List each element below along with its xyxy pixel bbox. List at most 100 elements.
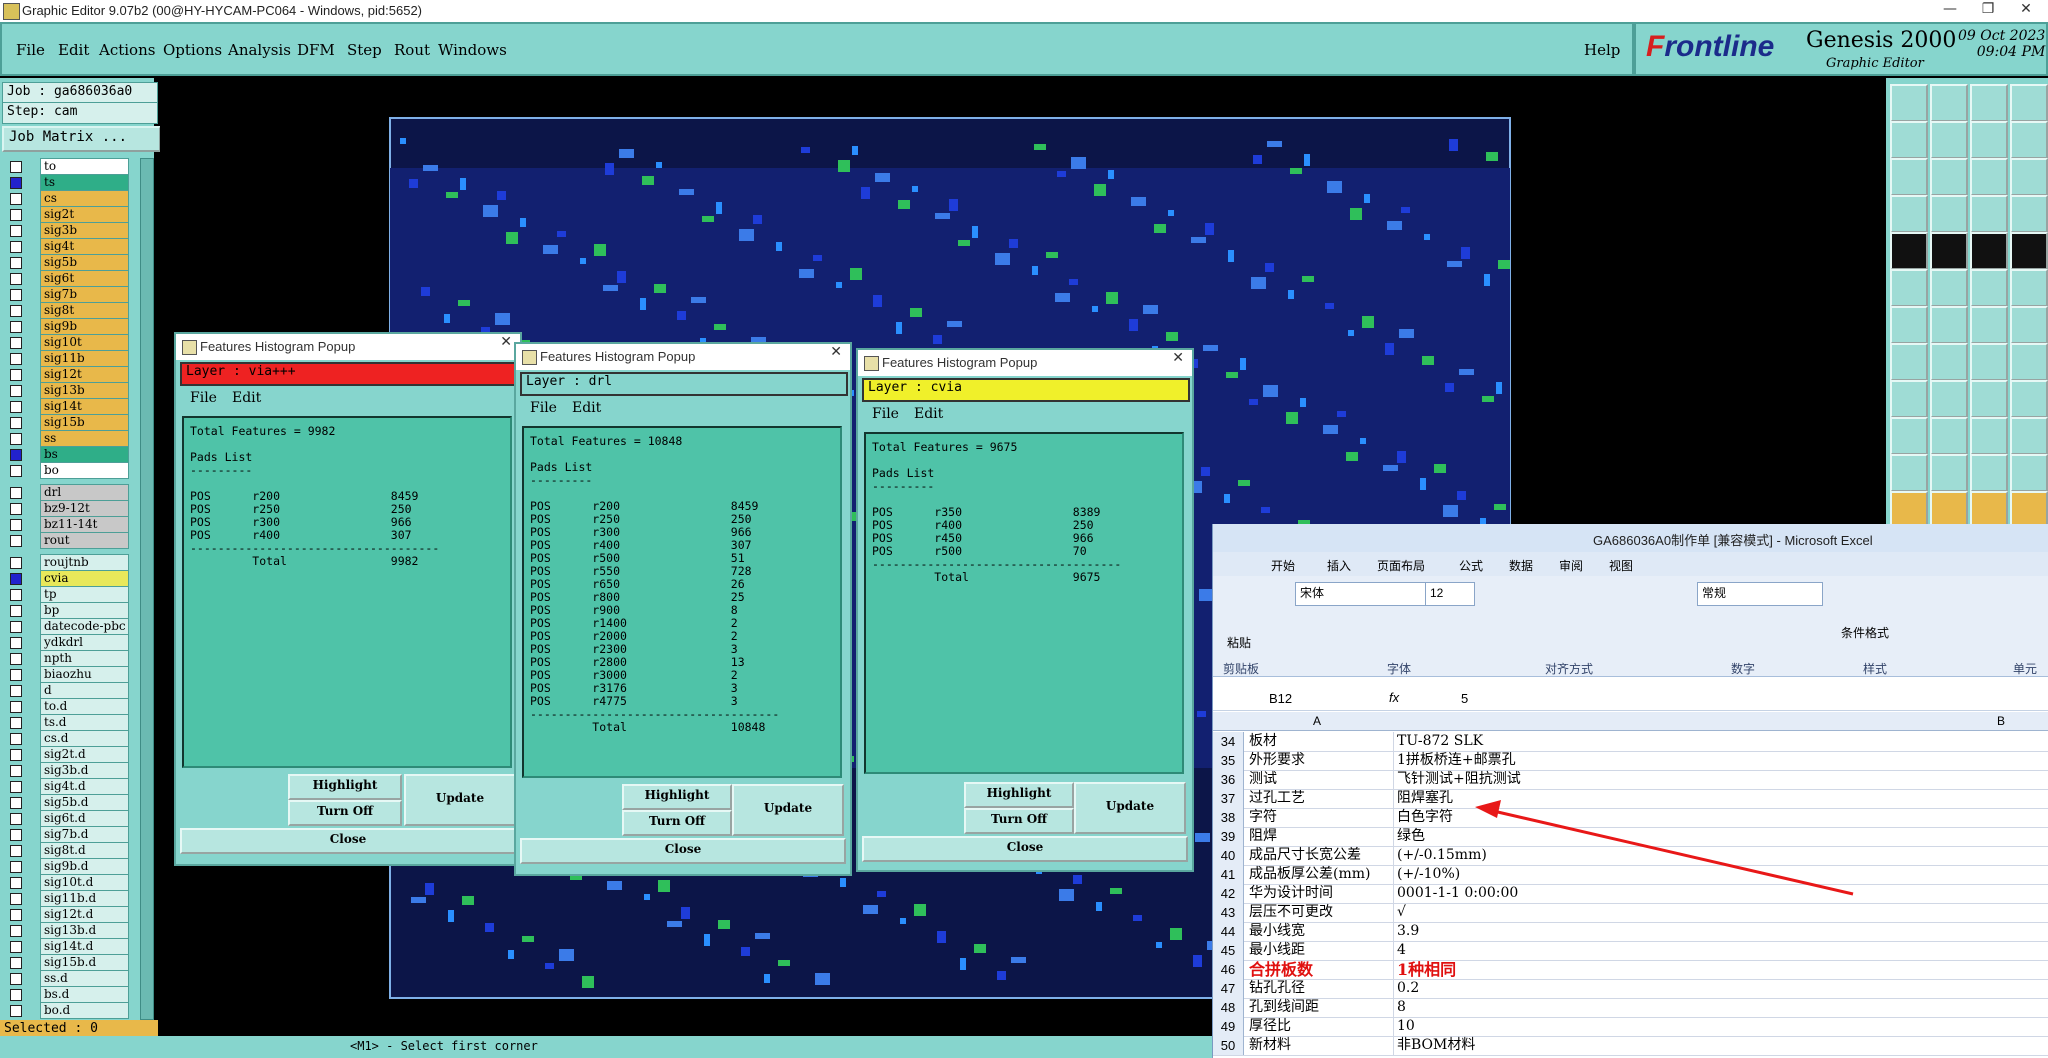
popup-close-icon[interactable]: ✕ <box>830 344 842 360</box>
layer-name[interactable]: biaozhu <box>40 666 129 683</box>
layer-name[interactable]: drl <box>40 484 129 501</box>
layer-name[interactable]: tp <box>40 586 129 603</box>
layer-row[interactable]: sig13b <box>2 382 140 399</box>
menu-help[interactable]: Help <box>1584 41 1620 59</box>
layer-checkbox[interactable] <box>10 589 22 601</box>
tool-button[interactable] <box>2010 195 2048 233</box>
tool-button[interactable] <box>1890 232 1928 270</box>
layer-row[interactable]: npth <box>2 650 140 667</box>
layer-name[interactable]: to <box>40 158 129 175</box>
tool-button[interactable] <box>1970 380 2008 418</box>
popup-menu-edit[interactable]: Edit <box>232 386 261 410</box>
job-matrix-button[interactable]: Job Matrix ... <box>2 126 161 152</box>
layer-row[interactable]: sig7b.d <box>2 826 140 843</box>
layer-checkbox[interactable] <box>10 957 22 969</box>
layer-row[interactable]: sig13b.d <box>2 922 140 939</box>
layer-row[interactable]: drl <box>2 484 140 501</box>
layer-row[interactable]: sig8t.d <box>2 842 140 859</box>
layer-name[interactable]: sig11b <box>40 350 129 367</box>
tool-button[interactable] <box>1930 232 1968 270</box>
layer-checkbox[interactable] <box>10 637 22 649</box>
layer-row[interactable]: sig3b <box>2 222 140 239</box>
layer-checkbox[interactable] <box>10 257 22 269</box>
layer-checkbox[interactable] <box>10 177 22 189</box>
layer-row[interactable]: sig12t <box>2 366 140 383</box>
layer-checkbox[interactable] <box>10 465 22 477</box>
layer-name[interactable]: sig4t <box>40 238 129 255</box>
tool-button[interactable] <box>1970 306 2008 344</box>
layer-checkbox[interactable] <box>10 845 22 857</box>
tool-button[interactable] <box>1930 269 1968 307</box>
layer-row[interactable]: sig4t.d <box>2 778 140 795</box>
tool-button[interactable] <box>1970 195 2008 233</box>
layer-row[interactable]: ts <box>2 174 140 191</box>
turn-off-button[interactable]: Turn Off <box>288 800 402 826</box>
layer-name[interactable]: sig10t.d <box>40 874 129 891</box>
layer-row[interactable]: sig11b.d <box>2 890 140 907</box>
layer-name[interactable]: d <box>40 682 129 699</box>
tool-button[interactable] <box>2010 269 2048 307</box>
layer-row[interactable]: sig5b.d <box>2 794 140 811</box>
layer-row[interactable]: bs <box>2 446 140 463</box>
restore-button[interactable]: ❐ <box>1968 1 2008 21</box>
menu-actions[interactable]: Actions <box>99 41 155 59</box>
menu-file[interactable]: File <box>16 41 45 59</box>
tool-button[interactable] <box>2010 232 2048 270</box>
layer-checkbox[interactable] <box>10 337 22 349</box>
layer-checkbox[interactable] <box>10 321 22 333</box>
layer-name[interactable]: sig8t.d <box>40 842 129 859</box>
update-button[interactable]: Update <box>404 774 516 826</box>
layer-checkbox[interactable] <box>10 305 22 317</box>
layer-checkbox[interactable] <box>10 353 22 365</box>
popup-menu-edit[interactable]: Edit <box>572 396 601 420</box>
layer-name[interactable]: npth <box>40 650 129 667</box>
layer-name[interactable]: sig9b.d <box>40 858 129 875</box>
tool-button[interactable] <box>1970 232 2008 270</box>
layer-name[interactable]: to.d <box>40 698 129 715</box>
popup-close-icon[interactable]: ✕ <box>1172 350 1184 366</box>
popup-close-icon[interactable]: ✕ <box>500 334 512 350</box>
layer-name[interactable]: sig2t <box>40 206 129 223</box>
layer-row[interactable]: sig6t <box>2 270 140 287</box>
layer-name[interactable]: sig6t.d <box>40 810 129 827</box>
turn-off-button[interactable]: Turn Off <box>622 810 732 836</box>
layer-row[interactable]: ss.d <box>2 970 140 987</box>
tool-button[interactable] <box>1970 454 2008 492</box>
layer-row[interactable]: bz11-14t <box>2 516 140 533</box>
tool-button[interactable] <box>2010 121 2048 159</box>
tool-button[interactable] <box>1970 121 2008 159</box>
layer-row[interactable]: ts.d <box>2 714 140 731</box>
tool-button[interactable] <box>1930 454 1968 492</box>
layer-row[interactable]: to.d <box>2 698 140 715</box>
menu-step[interactable]: Step <box>347 41 382 59</box>
minimize-button[interactable]: — <box>1930 1 1970 21</box>
layer-name[interactable]: sig12t.d <box>40 906 129 923</box>
layer-name[interactable]: cs.d <box>40 730 129 747</box>
layer-checkbox[interactable] <box>10 605 22 617</box>
layer-checkbox[interactable] <box>10 717 22 729</box>
layer-checkbox[interactable] <box>10 193 22 205</box>
layer-row[interactable]: to <box>2 158 140 175</box>
highlight-button[interactable]: Highlight <box>964 782 1074 808</box>
menu-dfm[interactable]: DFM <box>297 41 335 59</box>
layer-checkbox[interactable] <box>10 241 22 253</box>
tool-button[interactable] <box>1890 343 1928 381</box>
tool-button[interactable] <box>1930 195 1968 233</box>
layer-checkbox[interactable] <box>10 669 22 681</box>
tool-button[interactable] <box>2010 306 2048 344</box>
popup-menu-file[interactable]: File <box>190 386 217 410</box>
tool-button[interactable] <box>2010 417 2048 455</box>
layer-checkbox[interactable] <box>10 433 22 445</box>
layer-checkbox[interactable] <box>10 701 22 713</box>
layer-checkbox[interactable] <box>10 941 22 953</box>
layer-row[interactable]: rout <box>2 532 140 549</box>
layer-checkbox[interactable] <box>10 289 22 301</box>
layer-name[interactable]: sig15b <box>40 414 129 431</box>
tool-button[interactable] <box>1970 269 2008 307</box>
layer-row[interactable]: datecode-pbc <box>2 618 140 635</box>
layer-checkbox[interactable] <box>10 1005 22 1017</box>
layer-name[interactable]: sig7b.d <box>40 826 129 843</box>
layer-row[interactable]: bo.d <box>2 1002 140 1019</box>
layer-row[interactable]: ydkdrl <box>2 634 140 651</box>
layer-row[interactable]: sig4t <box>2 238 140 255</box>
